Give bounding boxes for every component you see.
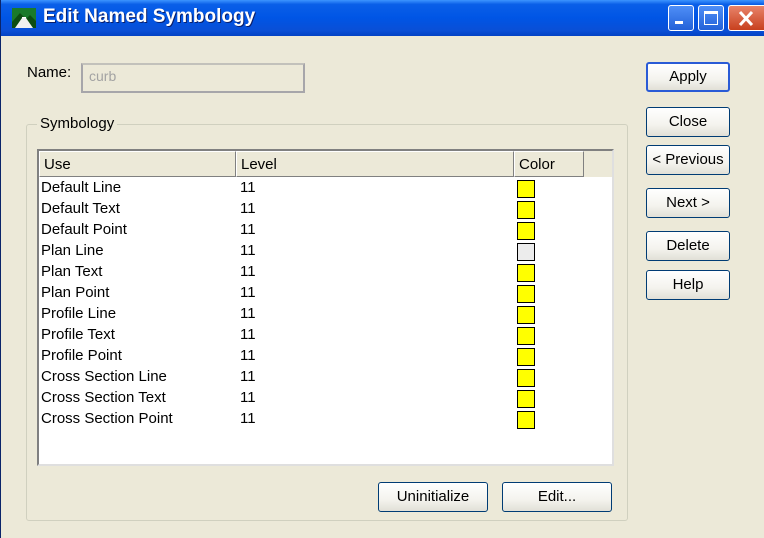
symbology-use: Default Text	[41, 200, 120, 217]
landscape-app-icon	[12, 8, 36, 28]
column-header-level[interactable]: Level	[236, 151, 514, 177]
previous-button[interactable]: < Previous	[646, 145, 730, 175]
close-window-button[interactable]	[728, 5, 764, 31]
list-item[interactable]: Profile Text 11	[41, 326, 601, 347]
symbology-use: Plan Text	[41, 263, 103, 280]
symbology-level: 11	[240, 347, 256, 364]
symbology-use: Default Line	[41, 179, 122, 196]
window-title: Edit Named Symbology	[43, 6, 256, 27]
list-item[interactable]: Cross Section Point 11	[41, 410, 601, 431]
list-header: Use Level Color	[39, 151, 612, 177]
symbology-use: Cross Section Text	[41, 389, 166, 406]
symbology-use: Cross Section Point	[41, 410, 173, 427]
symbology-level: 11	[240, 368, 256, 385]
color-swatch[interactable]	[517, 369, 535, 387]
symbology-level: 11	[240, 263, 256, 280]
color-swatch[interactable]	[517, 306, 535, 324]
column-header-use[interactable]: Use	[39, 151, 236, 177]
close-icon	[738, 10, 754, 27]
maximize-button[interactable]	[698, 5, 724, 31]
name-label: Name:	[27, 64, 72, 81]
list-item[interactable]: Profile Line 11	[41, 305, 601, 326]
list-item[interactable]: Plan Text 11	[41, 263, 601, 284]
list-item[interactable]: Cross Section Text 11	[41, 389, 601, 410]
symbology-level: 11	[240, 221, 256, 238]
symbology-level: 11	[240, 284, 256, 301]
color-swatch[interactable]	[517, 390, 535, 408]
close-button[interactable]: Close	[646, 107, 730, 137]
minimize-icon	[675, 21, 683, 24]
symbology-level: 11	[240, 305, 256, 322]
symbology-use: Profile Text	[41, 326, 115, 343]
color-swatch[interactable]	[517, 348, 535, 366]
color-swatch[interactable]	[517, 285, 535, 303]
uninitialize-button[interactable]: Uninitialize	[378, 482, 488, 512]
list-item[interactable]: Default Point 11	[41, 221, 601, 242]
help-button[interactable]: Help	[646, 270, 730, 300]
color-swatch[interactable]	[517, 222, 535, 240]
symbology-use: Plan Point	[41, 284, 110, 301]
symbology-list[interactable]: Use Level Color Default Line 11 Default Te…	[37, 149, 614, 466]
minimize-button[interactable]	[668, 5, 694, 31]
column-header-color[interactable]: Color	[514, 151, 584, 177]
list-item[interactable]: Default Text 11	[41, 200, 601, 221]
name-field[interactable]: curb	[81, 63, 305, 93]
symbology-level: 11	[240, 326, 256, 343]
symbology-use: Plan Line	[41, 242, 104, 259]
color-swatch[interactable]	[517, 264, 535, 282]
color-swatch[interactable]	[517, 180, 535, 198]
list-item[interactable]: Plan Line 11	[41, 242, 601, 263]
symbology-level: 11	[240, 242, 256, 259]
symbology-group-label: Symbology	[37, 115, 118, 132]
symbology-use: Profile Point	[41, 347, 122, 364]
title-bar[interactable]: Edit Named Symbology	[1, 0, 764, 36]
color-swatch[interactable]	[517, 411, 535, 429]
color-swatch[interactable]	[517, 201, 535, 219]
list-item[interactable]: Default Line 11	[41, 179, 601, 200]
apply-button[interactable]: Apply	[646, 62, 730, 92]
list-item[interactable]: Cross Section Line 11	[41, 368, 601, 389]
edit-named-symbology-dialog: Edit Named Symbology Name: curb Symbolog…	[0, 0, 764, 538]
delete-button[interactable]: Delete	[646, 231, 730, 261]
symbology-level: 11	[240, 389, 256, 406]
symbology-level: 11	[240, 410, 256, 427]
list-item[interactable]: Plan Point 11	[41, 284, 601, 305]
list-item[interactable]: Profile Point 11	[41, 347, 601, 368]
color-swatch[interactable]	[517, 243, 535, 261]
symbology-use: Profile Line	[41, 305, 117, 322]
color-swatch[interactable]	[517, 327, 535, 345]
edit-button[interactable]: Edit...	[502, 482, 612, 512]
maximize-icon	[704, 11, 718, 25]
symbology-use: Default Point	[41, 221, 127, 238]
symbology-level: 11	[240, 200, 256, 217]
symbology-use: Cross Section Line	[41, 368, 167, 385]
symbology-level: 11	[240, 179, 256, 196]
next-button[interactable]: Next >	[646, 188, 730, 218]
